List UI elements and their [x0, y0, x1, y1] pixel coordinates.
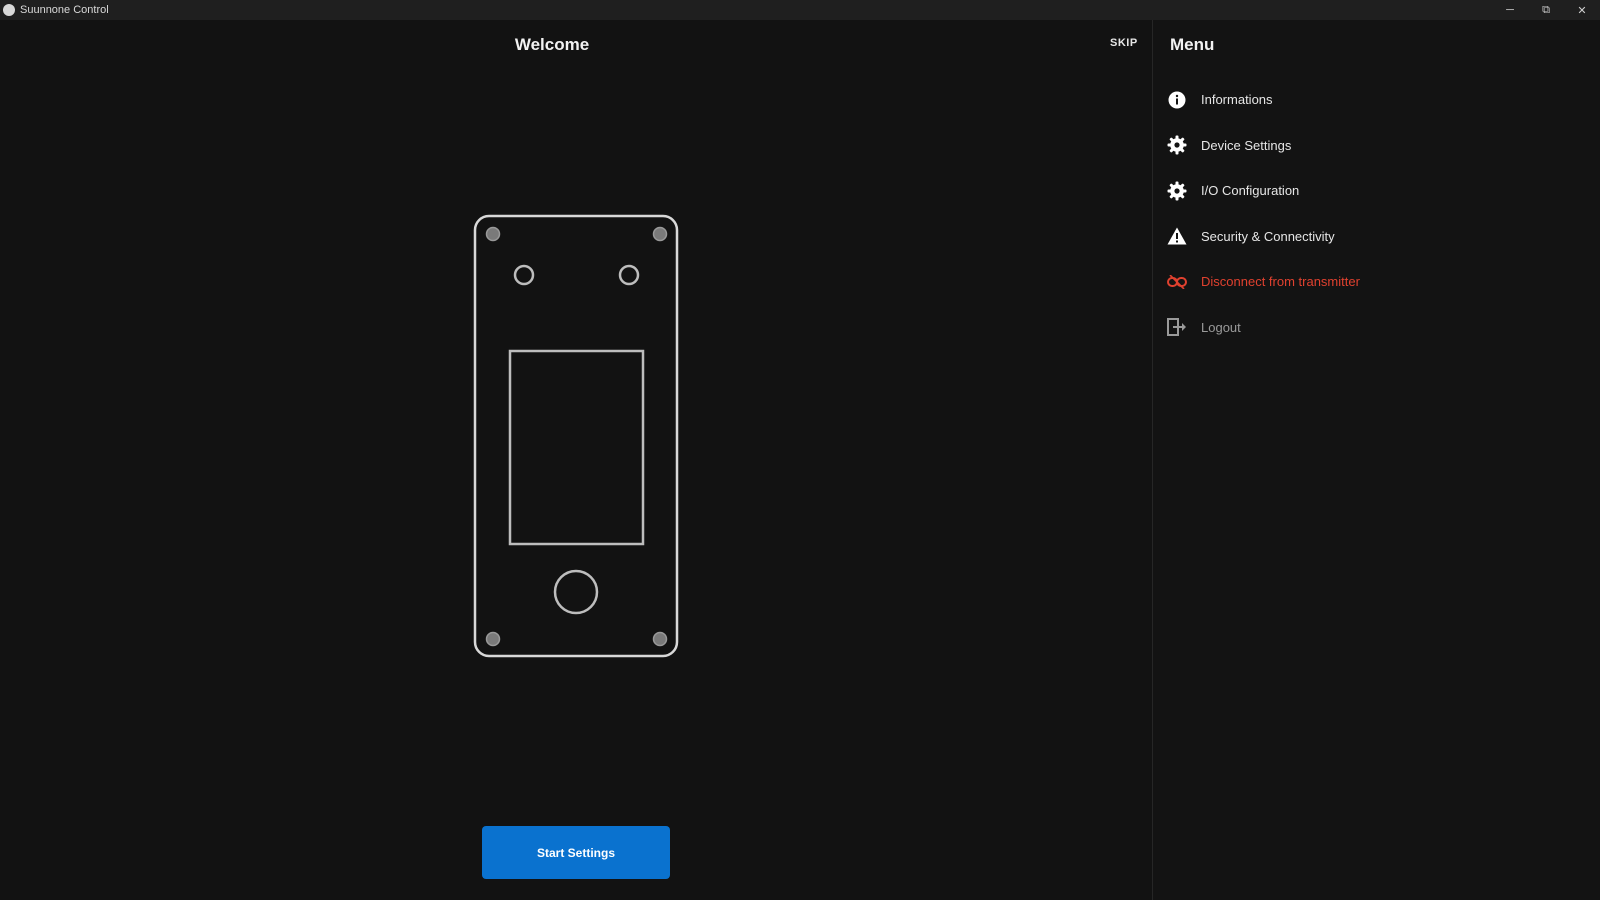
device-screen — [508, 349, 645, 546]
device-illustration — [473, 214, 679, 658]
skip-button[interactable]: SKIP — [1110, 37, 1138, 49]
menu-item-label: Informations — [1201, 92, 1273, 108]
minimize-button[interactable]: ─ — [1492, 0, 1528, 20]
menu-item-label: Logout — [1201, 319, 1241, 335]
menu-sidebar: Menu Informations Device Settings I/O Co… — [1152, 20, 1600, 900]
device-button — [553, 569, 599, 615]
page-title: Welcome — [514, 35, 590, 54]
screw-top-left — [485, 226, 501, 242]
title-bar: Suunnone Control ─ ⧉ ✕ — [0, 0, 1600, 20]
menu-item-label: I/O Configuration — [1201, 183, 1300, 199]
screw-bottom-left — [485, 631, 501, 647]
menu-item-logout[interactable]: Logout — [1153, 305, 1600, 351]
gear-icon — [1167, 181, 1187, 201]
disconnect-link-icon — [1167, 272, 1187, 292]
menu-item-label: Security & Connectivity — [1201, 228, 1335, 244]
screw-bottom-right — [652, 631, 668, 647]
menu-item-device-settings[interactable]: Device Settings — [1153, 123, 1600, 169]
close-button[interactable]: ✕ — [1564, 0, 1600, 20]
menu-item-disconnect[interactable]: Disconnect from transmitter — [1153, 259, 1600, 305]
gear-icon — [1167, 135, 1187, 155]
menu-item-io-configuration[interactable]: I/O Configuration — [1153, 168, 1600, 214]
logout-icon — [1167, 317, 1187, 337]
start-settings-button[interactable]: Start Settings — [482, 826, 670, 879]
menu-item-label: Disconnect from transmitter — [1201, 274, 1360, 290]
restore-button[interactable]: ⧉ — [1528, 0, 1564, 20]
menu-list: Informations Device Settings I/O Configu… — [1153, 77, 1600, 350]
window-controls: ─ ⧉ ✕ — [1492, 0, 1600, 20]
info-icon — [1167, 90, 1187, 110]
menu-item-security-connectivity[interactable]: Security & Connectivity — [1153, 214, 1600, 260]
sensor-right — [618, 264, 640, 286]
window-title: Suunnone Control — [20, 4, 109, 16]
menu-item-label: Device Settings — [1201, 137, 1292, 153]
warning-icon — [1167, 226, 1187, 246]
app-logo-icon — [3, 4, 15, 16]
main-panel: Welcome SKIP Start Settings — [0, 20, 1152, 900]
sensor-left — [513, 264, 535, 286]
screw-top-right — [652, 226, 668, 242]
menu-title: Menu — [1170, 35, 1215, 54]
menu-item-informations[interactable]: Informations — [1153, 77, 1600, 123]
device-outline — [473, 214, 679, 658]
